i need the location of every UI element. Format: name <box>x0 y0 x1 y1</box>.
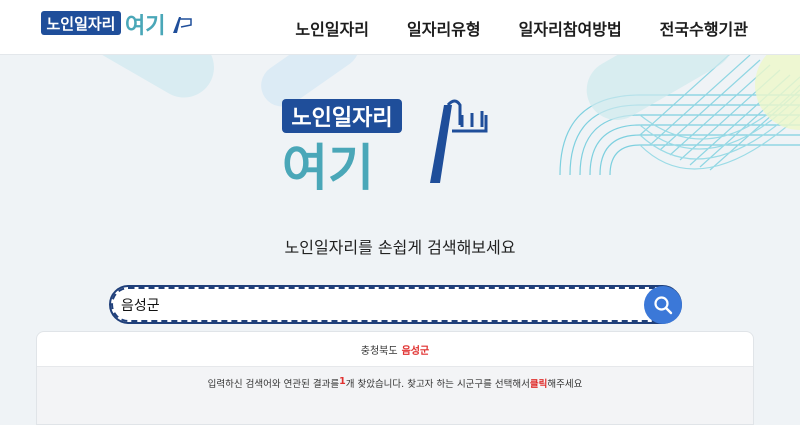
hero-logo-line2: 여기 <box>282 139 374 195</box>
result-msg-part1: 입력하신 검색어와 연관된 결과를 <box>207 379 340 390</box>
header-logo-main-text: 노인일자리 <box>46 15 115 33</box>
nav-item-senior-jobs[interactable]: 노인일자리 <box>295 16 369 40</box>
result-item[interactable]: 충청북도 음성군 <box>37 332 753 366</box>
header-logo-sub-text: 여기 <box>125 14 165 39</box>
hero-logo-line1: 노인일자리 <box>291 106 392 131</box>
nav-item-agencies[interactable]: 전국수행기관 <box>660 16 748 40</box>
result-region: 충청북도 <box>360 345 398 357</box>
page-tagline: 노인일자리를 손쉽게 검색해보세요 <box>284 238 516 257</box>
search-button[interactable] <box>644 286 682 324</box>
result-count: 1 <box>339 376 346 387</box>
result-msg-click: 클릭 <box>529 379 548 390</box>
nav-item-how-to-join[interactable]: 일자리참여방법 <box>519 16 622 40</box>
search-input[interactable] <box>109 285 682 324</box>
result-msg-part2: 개 찾았습니다. 찾고자 하는 시군구를 선택해서 <box>345 379 530 390</box>
search-bar <box>109 285 682 324</box>
site-logo[interactable]: 노인일자리 여기 <box>41 9 201 45</box>
nav-item-job-types[interactable]: 일자리유형 <box>407 16 481 40</box>
search-results-panel: 충청북도 음성군 입력하신 검색어와 연관된 결과를 1 개 찾았습니다. 찾고… <box>36 331 754 425</box>
result-name: 음성군 <box>401 345 430 357</box>
result-msg-part3: 해주세요 <box>547 379 583 390</box>
site-header: 노인일자리 여기 노인일자리 일자리유형 일자리참여방법 전국수행기관 <box>0 0 800 55</box>
main-nav: 노인일자리 일자리유형 일자리참여방법 전국수행기관 <box>295 0 748 55</box>
result-count-message: 입력하신 검색어와 연관된 결과를 1 개 찾았습니다. 찾고자 하는 시군구를… <box>37 366 753 424</box>
search-icon <box>654 296 673 315</box>
hero-logo: 노인일자리 여기 <box>282 99 488 195</box>
